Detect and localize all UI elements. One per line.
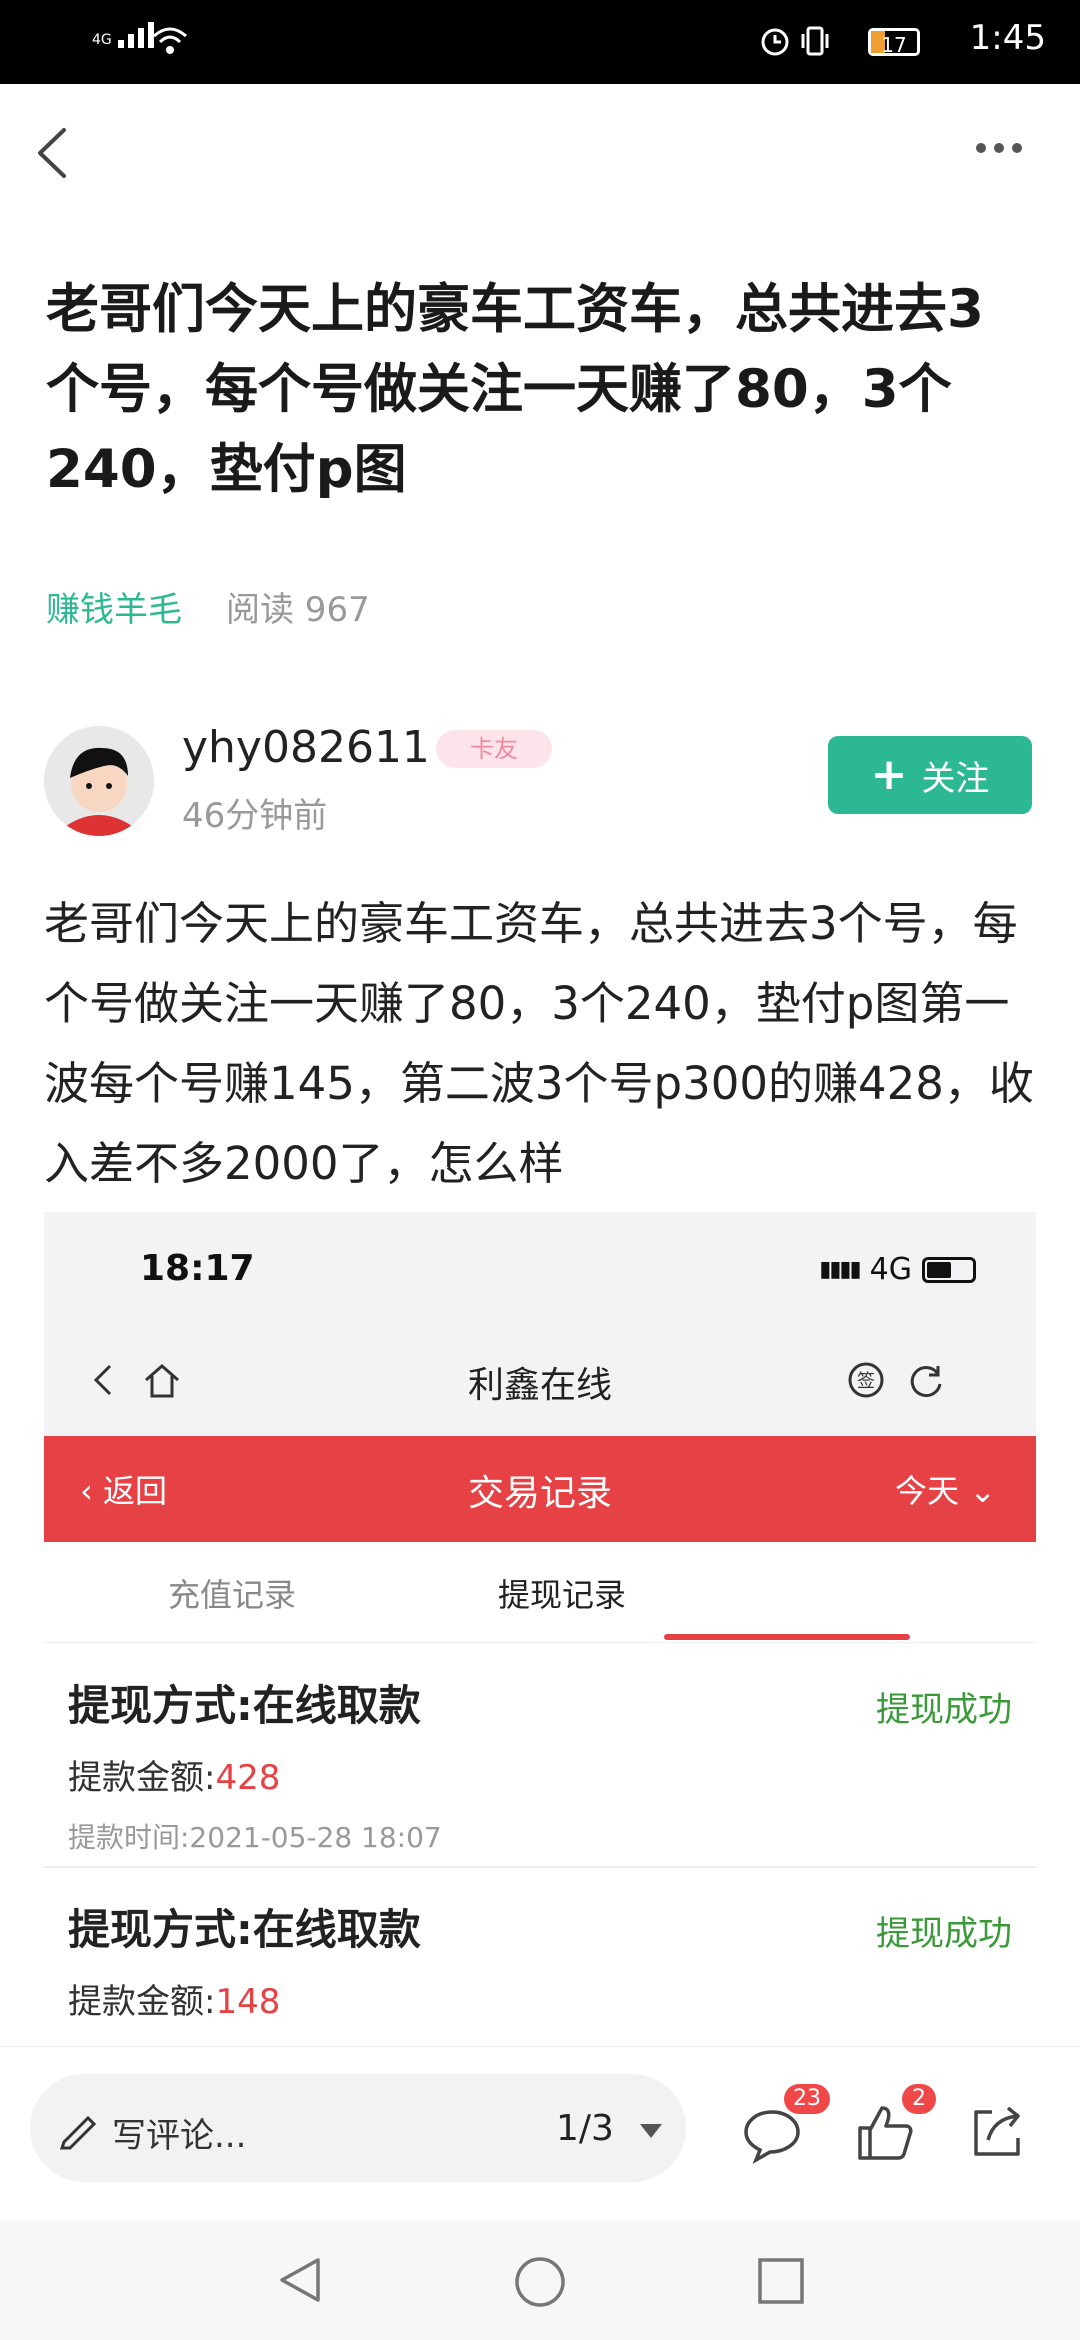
embedded-network: 4G — [869, 1252, 912, 1287]
follow-button[interactable]: + 关注 — [828, 736, 1032, 814]
embedded-record: 提现方式:在线取款 提现成功 提款金额:148 — [44, 1868, 1036, 2047]
battery-icon: 17 — [868, 28, 920, 57]
embedded-status-bar: 18:17 ▮▮▮▮ 4G — [44, 1212, 1036, 1326]
network-type: 4G — [92, 32, 112, 48]
nav-home-icon[interactable] — [512, 2254, 568, 2310]
embedded-sign-icon: 签 — [848, 1362, 884, 1398]
author-name[interactable]: yhy082611 — [182, 722, 430, 773]
embedded-tab-withdraw: 提现记录 — [498, 1576, 627, 1614]
embedded-battery-icon — [922, 1256, 976, 1283]
wifi-icon — [153, 27, 187, 54]
embedded-header: ‹ 返回 交易记录 今天 ⌄ — [44, 1436, 1036, 1542]
record-time: 提款时间:2021-05-28 18:07 — [68, 1821, 442, 1854]
embedded-page-title: 交易记录 — [467, 1473, 612, 1514]
record-status: 提现成功 — [876, 1914, 1012, 1954]
alarm-icon — [761, 28, 789, 56]
embedded-refresh-icon — [910, 1366, 942, 1398]
status-bar: 4G 17 1:45 — [0, 0, 1080, 84]
signal-icon: 4G — [92, 22, 154, 48]
svg-text:签: 签 — [857, 1371, 875, 1392]
embedded-signal-icon: ▮▮▮▮ — [819, 1257, 861, 1282]
comment-placeholder[interactable]: 写评论... — [112, 2108, 246, 2157]
embedded-browser-bar: 利鑫在线 签 — [44, 1326, 1036, 1436]
follow-label: 关注 — [921, 758, 990, 799]
author-badge: 卡友 — [436, 730, 552, 768]
read-count: 阅读 967 — [226, 590, 370, 630]
like-count-badge: 2 — [902, 2084, 936, 2114]
embedded-tab-underline — [664, 1634, 910, 1640]
record-status: 提现成功 — [876, 1690, 1012, 1730]
status-time: 1:45 — [969, 18, 1046, 58]
embedded-tabs: 充值记录 提现记录 — [44, 1542, 1036, 1643]
more-icon[interactable] — [976, 138, 1046, 168]
embedded-time: 18:17 — [140, 1248, 255, 1289]
record-method: 提现方式:在线取款 — [68, 1905, 421, 1954]
back-icon[interactable] — [24, 118, 84, 188]
page-indicator[interactable]: 1/3 — [556, 2108, 614, 2149]
battery-level: 17 — [881, 33, 907, 57]
vibrate-icon — [801, 26, 829, 56]
comment-count-badge: 23 — [784, 2084, 830, 2114]
dropdown-icon[interactable] — [636, 2118, 666, 2142]
record-amount: 提款金额:148 — [68, 1982, 281, 2022]
avatar[interactable] — [44, 726, 154, 836]
nav-back-icon[interactable] — [274, 2254, 326, 2306]
record-amount: 提款金额:428 — [68, 1758, 281, 1798]
category-tag[interactable]: 赚钱羊毛 — [46, 582, 182, 631]
embedded-filter: 今天 ⌄ — [895, 1472, 996, 1510]
record-method: 提现方式:在线取款 — [68, 1681, 421, 1730]
edit-icon — [59, 2115, 97, 2150]
embedded-record: 提现方式:在线取款 提现成功 提款金额:428 提款时间:2021-05-28 … — [44, 1644, 1036, 1868]
embedded-tab-deposit: 充值记录 — [168, 1576, 297, 1614]
plus-icon: + — [870, 749, 908, 800]
navigation-bar — [0, 2220, 1080, 2340]
post-time: 46分钟前 — [182, 796, 328, 836]
post-title: 老哥们今天上的豪车工资车，总共进去3个号，每个号做关注一天赚了80，3个240，… — [46, 279, 984, 500]
post-body: 老哥们今天上的豪车工资车，总共进去3个号，每个号做关注一天赚了80，3个240，… — [44, 897, 1034, 1190]
nav-recent-icon[interactable] — [756, 2256, 806, 2306]
share-icon[interactable] — [964, 2100, 1028, 2164]
post-image[interactable]: 18:17 ▮▮▮▮ 4G 利鑫在线 签 ‹ 返回 交易记录 今天 ⌄ 充值记录… — [44, 1212, 1036, 2047]
